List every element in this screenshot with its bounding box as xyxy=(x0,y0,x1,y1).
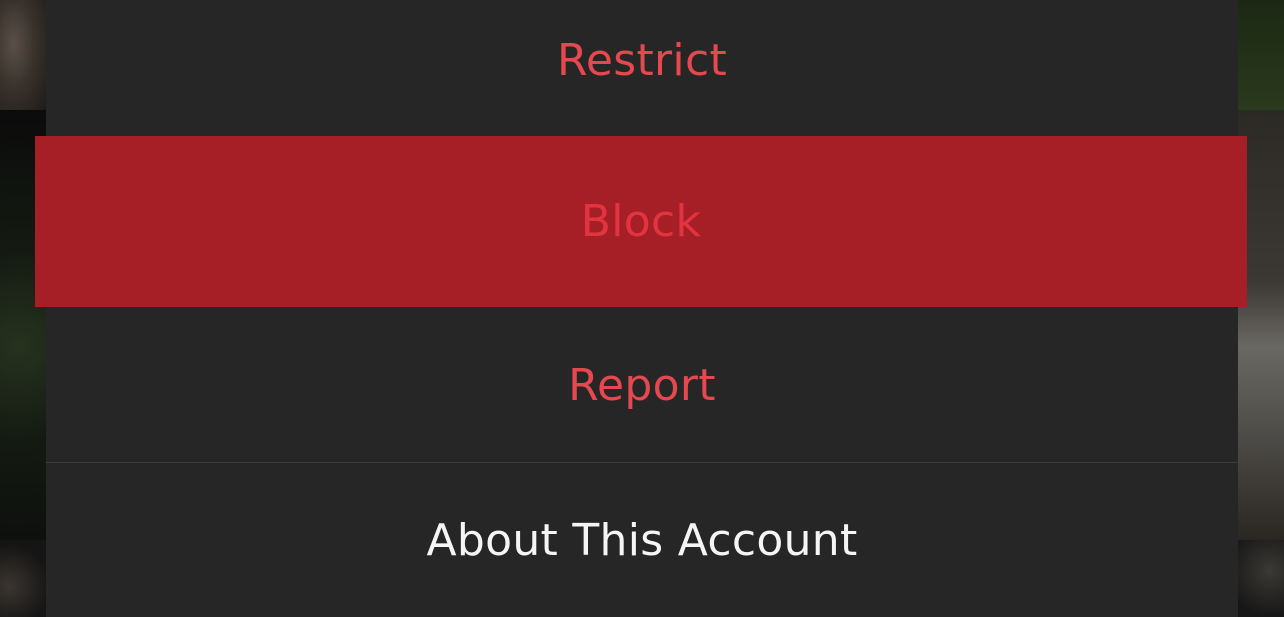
background-photo-tile xyxy=(1238,0,1284,110)
screen: Restrict Report About This Account Block xyxy=(0,0,1284,617)
background-photo-tile xyxy=(0,540,46,617)
background-photo-tile xyxy=(1238,540,1284,617)
action-sheet: Restrict Report About This Account xyxy=(46,0,1238,617)
block-button[interactable]: Block xyxy=(35,136,1247,307)
about-this-account-label: About This Account xyxy=(426,514,858,566)
restrict-button[interactable]: Restrict xyxy=(46,0,1238,120)
report-button[interactable]: Report xyxy=(46,308,1238,462)
about-this-account-button[interactable]: About This Account xyxy=(46,463,1238,617)
background-photo-tile xyxy=(0,0,46,110)
report-label: Report xyxy=(568,359,716,411)
block-label: Block xyxy=(580,196,702,247)
restrict-label: Restrict xyxy=(557,34,727,86)
